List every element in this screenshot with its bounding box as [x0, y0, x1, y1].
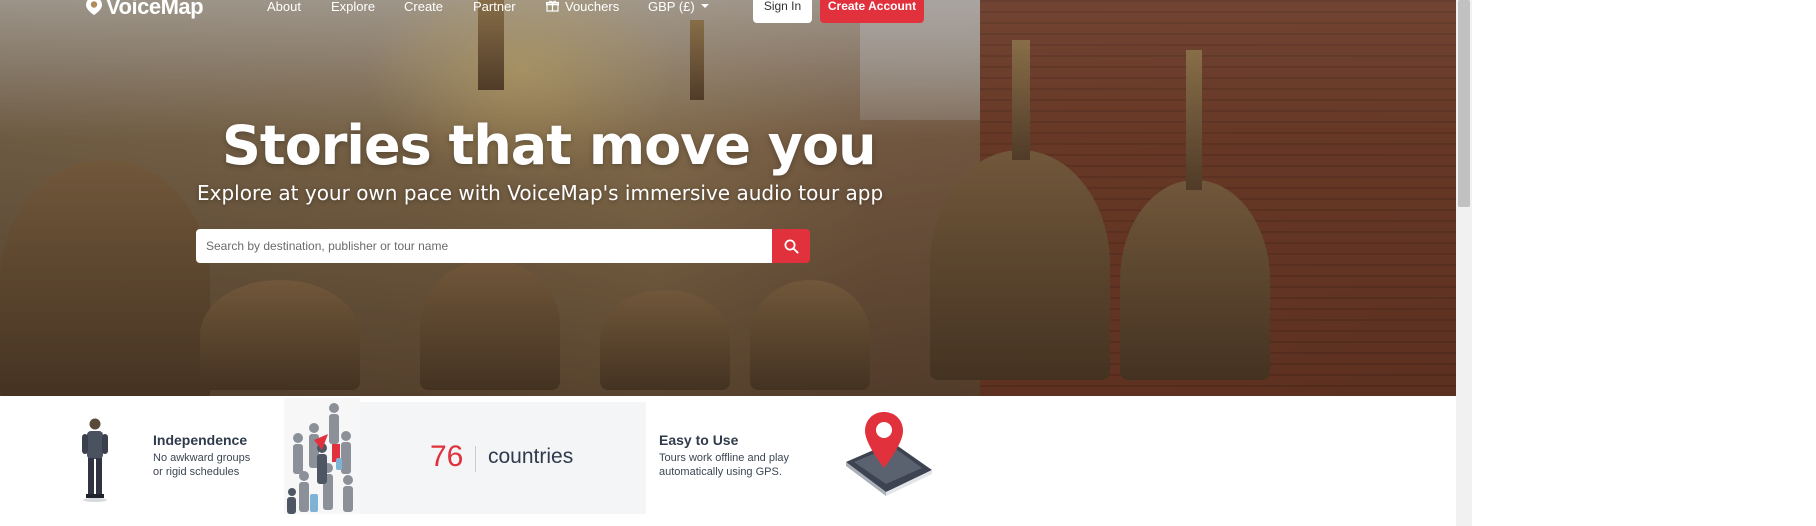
nav-link-partner[interactable]: Partner [473, 0, 516, 14]
currency-selector[interactable]: GBP (£) [648, 0, 709, 14]
search-bar [196, 229, 810, 263]
currency-label: GBP (£) [648, 0, 695, 14]
hero-subheadline: Explore at your own pace with VoiceMap's… [197, 181, 884, 205]
nav-link-vouchers[interactable]: Vouchers [546, 0, 619, 14]
vouchers-label: Vouchers [565, 0, 620, 14]
gift-icon [546, 0, 559, 12]
search-icon [784, 239, 799, 254]
search-input[interactable] [196, 229, 772, 263]
hero-headline: Stories that move you [222, 114, 877, 177]
top-navigation: VoiceMap About Explore Create Partner Vo… [0, 0, 1456, 24]
crowd-illustration [284, 398, 360, 514]
features-strip: Independence No awkward groups or rigid … [0, 396, 1456, 526]
countries-count: 76 [430, 440, 464, 473]
feature-independence-title: Independence [153, 432, 248, 448]
countries-counter: 76 countries [360, 402, 646, 514]
counter-divider [475, 446, 476, 472]
traveller-illustration [82, 418, 108, 502]
countries-label: countries [488, 445, 574, 468]
scrollbar-thumb[interactable] [1458, 0, 1470, 207]
create-account-button[interactable]: Create Account [820, 0, 924, 23]
map-pin-phone-illustration [846, 412, 932, 496]
logo-text: VoiceMap [106, 0, 204, 19]
feature-easy-description: Tours work offline and play automaticall… [659, 452, 790, 478]
nav-link-explore[interactable]: Explore [331, 0, 375, 14]
search-button[interactable] [772, 229, 810, 263]
nav-link-about[interactable]: About [267, 0, 301, 14]
sign-in-button[interactable]: Sign In [753, 0, 812, 23]
voicemap-logo[interactable]: VoiceMap [84, 0, 204, 20]
feature-easy-title: Easy to Use [659, 432, 739, 448]
logo-pin-icon [86, 0, 102, 15]
feature-independence-description: No awkward groups or rigid schedules [153, 452, 251, 478]
nav-link-create[interactable]: Create [404, 0, 443, 14]
caret-down-icon [700, 4, 709, 8]
